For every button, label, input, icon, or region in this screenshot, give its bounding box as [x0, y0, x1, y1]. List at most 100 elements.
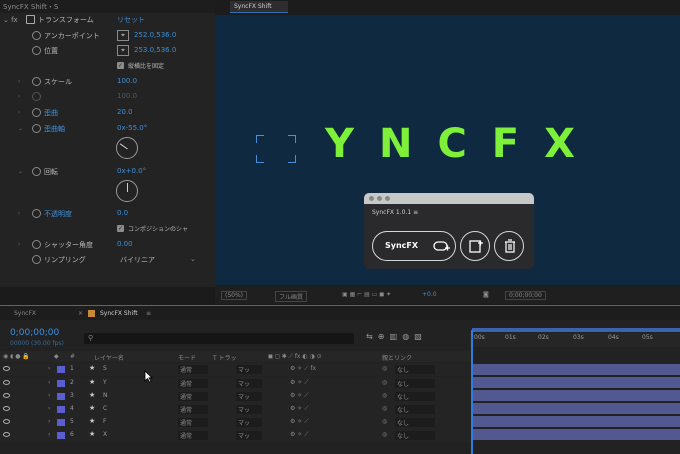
- viewer-tab[interactable]: SyncFX Shift: [230, 1, 288, 13]
- parent-pickwhip-icon[interactable]: ◎: [382, 405, 387, 412]
- window-zoom-button[interactable]: [385, 196, 390, 201]
- chevron-down-icon[interactable]: ⌄: [190, 255, 196, 263]
- sampling-select[interactable]: バイリニア: [120, 255, 155, 265]
- parent-pickwhip-icon[interactable]: ◎: [382, 431, 387, 438]
- parent-select[interactable]: なし: [395, 431, 435, 440]
- label-color-swatch[interactable]: [57, 393, 65, 400]
- parent-select[interactable]: なし: [395, 365, 435, 374]
- zoom-select[interactable]: (50%): [221, 291, 248, 300]
- camera-icon[interactable]: ◙: [483, 291, 489, 298]
- parent-header[interactable]: 親とリンク: [382, 353, 412, 362]
- trkmat-select[interactable]: マッ: [236, 379, 262, 388]
- timeline-switch-icons[interactable]: ⇆ ⊕ ▥ ◍ ▧: [366, 332, 422, 341]
- layer-duration-bar[interactable]: [473, 377, 680, 388]
- stopwatch-icon[interactable]: [32, 209, 41, 218]
- eye-icon[interactable]: [3, 393, 10, 398]
- rotation-dial[interactable]: [116, 180, 138, 202]
- label-color-swatch[interactable]: [57, 366, 65, 373]
- parent-select[interactable]: なし: [395, 405, 435, 414]
- trkmat-select[interactable]: マッ: [236, 365, 262, 374]
- reset-link[interactable]: リセット: [117, 15, 145, 25]
- layer-search-input[interactable]: ⚲: [84, 333, 354, 344]
- current-timecode[interactable]: 0;00;00;00: [10, 328, 59, 338]
- twirl-icon[interactable]: ⌄: [18, 125, 23, 132]
- twirl-icon[interactable]: ›: [48, 418, 50, 425]
- window-close-button[interactable]: [369, 196, 374, 201]
- eye-icon[interactable]: [3, 366, 10, 371]
- anchor-crosshair-icon[interactable]: ⌖: [117, 30, 129, 41]
- layer-row[interactable]: › 2 ★ Y 通常 マッ ⚙ ✧ ⟋ ◎ なし: [0, 377, 470, 390]
- resolution-select[interactable]: フル画質: [275, 291, 308, 302]
- delete-button[interactable]: [494, 231, 524, 261]
- mode-select[interactable]: 通常: [178, 379, 208, 388]
- skew-axis-dial[interactable]: [116, 137, 138, 159]
- layer-switches[interactable]: ⚙ ✧ ⟋ fx: [290, 365, 316, 373]
- mode-select[interactable]: 通常: [178, 431, 208, 440]
- toolbar-icons[interactable]: ▣ ▦ ⌐ ▤ ▭ ◼ ✦: [342, 291, 391, 298]
- trkmat-header[interactable]: T トラッ: [213, 353, 237, 362]
- label-color-swatch[interactable]: [57, 380, 65, 387]
- parent-pickwhip-icon[interactable]: ◎: [382, 392, 387, 399]
- layer-row[interactable]: › 5 ★ F 通常 マッ ⚙ ✧ ⟋ ◎ なし: [0, 416, 470, 429]
- eye-icon[interactable]: [3, 432, 10, 437]
- time-display[interactable]: 0;00;00;00: [505, 291, 546, 300]
- twirl-icon[interactable]: ›: [48, 431, 50, 438]
- checkbox[interactable]: ✓: [117, 62, 124, 69]
- mode-select[interactable]: 通常: [178, 418, 208, 427]
- trkmat-select[interactable]: マッ: [236, 431, 262, 440]
- twirl-icon[interactable]: ›: [18, 241, 20, 248]
- work-area-bar[interactable]: [472, 328, 680, 332]
- mode-select[interactable]: 通常: [178, 365, 208, 374]
- playhead[interactable]: [471, 330, 473, 454]
- stopwatch-icon[interactable]: [32, 77, 41, 86]
- close-icon[interactable]: ×: [78, 310, 83, 317]
- parent-select[interactable]: なし: [395, 392, 435, 401]
- parent-select[interactable]: なし: [395, 418, 435, 427]
- twirl-icon[interactable]: ⌄: [18, 168, 23, 175]
- layer-row[interactable]: › 1 ★ S 通常 マッ ⚙ ✧ ⟋ fx ◎ なし: [0, 363, 470, 376]
- menu-icon[interactable]: ≡: [146, 310, 151, 317]
- checkbox[interactable]: ✓: [117, 225, 124, 232]
- layer-switches[interactable]: ⚙ ✧ ⟋: [290, 392, 308, 400]
- label-color-swatch[interactable]: [57, 419, 65, 426]
- parent-pickwhip-icon[interactable]: ◎: [382, 365, 387, 372]
- position-crosshair-icon[interactable]: ⌖: [117, 45, 129, 56]
- parent-pickwhip-icon[interactable]: ◎: [382, 379, 387, 386]
- layer-duration-bar[interactable]: [473, 390, 680, 401]
- trkmat-select[interactable]: マッ: [236, 405, 262, 414]
- stopwatch-icon[interactable]: [32, 167, 41, 176]
- twirl-icon[interactable]: ›: [48, 392, 50, 399]
- layer-switches[interactable]: ⚙ ✧ ⟋: [290, 431, 308, 439]
- layer-name-header[interactable]: レイヤー名: [94, 353, 124, 362]
- parent-pickwhip-icon[interactable]: ◎: [382, 418, 387, 425]
- label-color-swatch[interactable]: [57, 432, 65, 439]
- syncfx-apply-button[interactable]: SyncFX: [372, 231, 456, 261]
- stopwatch-icon[interactable]: [32, 92, 41, 101]
- layer-row[interactable]: › 6 ★ X 通常 マッ ⚙ ✧ ⟋ ◎ なし: [0, 429, 470, 442]
- layer-switches[interactable]: ⚙ ✧ ⟋: [290, 405, 308, 413]
- mode-header[interactable]: モード: [178, 353, 196, 362]
- stopwatch-icon[interactable]: [32, 31, 41, 40]
- label-color-swatch[interactable]: [57, 406, 65, 413]
- twirl-icon[interactable]: ›: [18, 78, 20, 85]
- time-ruler[interactable]: 00s 01s 02s 03s 04s 05s: [470, 333, 680, 347]
- twirl-icon[interactable]: ›: [18, 109, 20, 116]
- stopwatch-icon[interactable]: [32, 108, 41, 117]
- layer-row[interactable]: › 4 ★ C 通常 マッ ⚙ ✧ ⟋ ◎ なし: [0, 403, 470, 416]
- eye-icon[interactable]: [3, 406, 10, 411]
- stopwatch-icon[interactable]: [32, 255, 41, 264]
- layer-row[interactable]: › 3 ★ N 通常 マッ ⚙ ✧ ⟋ ◎ なし: [0, 390, 470, 403]
- stopwatch-icon[interactable]: [32, 124, 41, 133]
- layer-duration-bar[interactable]: [473, 429, 680, 440]
- twirl-icon[interactable]: ›: [18, 210, 20, 217]
- twirl-icon[interactable]: ›: [48, 365, 50, 372]
- layer-switches[interactable]: ⚙ ✧ ⟋: [290, 379, 308, 387]
- window-minimize-button[interactable]: [377, 196, 382, 201]
- eye-icon[interactable]: [3, 419, 10, 424]
- twirl-icon[interactable]: ›: [48, 379, 50, 386]
- parent-select[interactable]: なし: [395, 379, 435, 388]
- exposure-value[interactable]: +0.0: [422, 291, 437, 298]
- twirl-icon[interactable]: ›: [48, 405, 50, 412]
- stopwatch-icon[interactable]: [32, 240, 41, 249]
- tab-syncfx[interactable]: SyncFX: [14, 310, 36, 317]
